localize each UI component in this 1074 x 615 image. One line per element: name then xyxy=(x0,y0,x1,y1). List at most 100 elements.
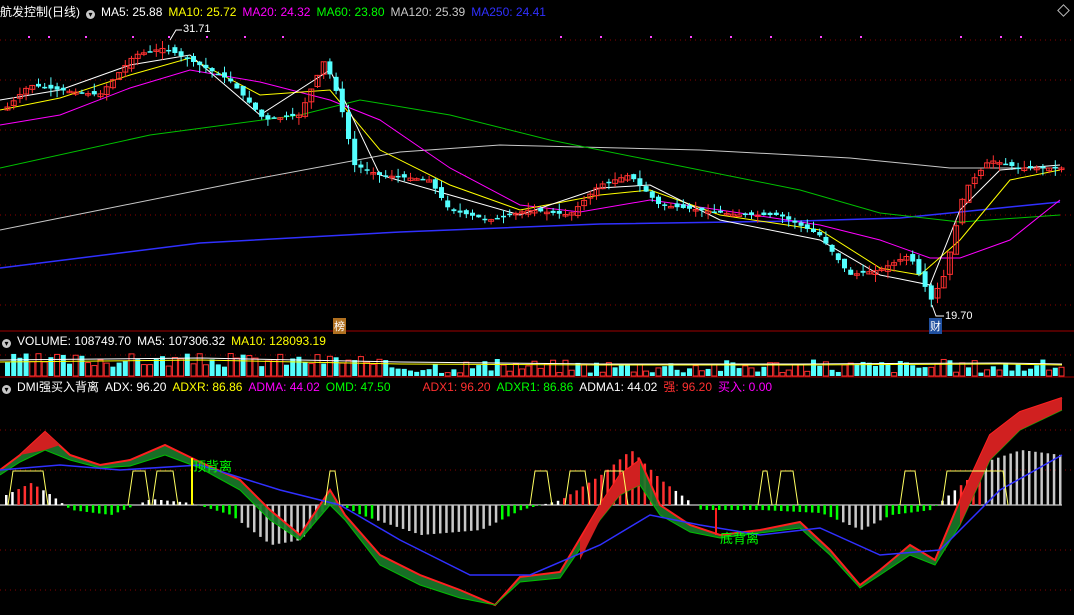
volume-bar xyxy=(457,372,464,377)
volume-bar xyxy=(1040,359,1046,376)
volume-bar xyxy=(11,353,17,376)
volume-bar xyxy=(215,364,221,376)
dmi-histogram-bar xyxy=(953,490,957,505)
volume-bar xyxy=(339,362,346,377)
volume-bar xyxy=(165,365,172,377)
volume-bar xyxy=(1034,365,1040,376)
signal-trapezoid xyxy=(775,470,799,506)
dmi-histogram-bar xyxy=(122,505,126,510)
candle-body xyxy=(823,236,829,244)
low-price-label: 19.70 xyxy=(945,310,973,322)
dmi-histogram-bar xyxy=(755,505,758,510)
candle-body xyxy=(476,214,482,218)
dmi-histogram-bar xyxy=(910,505,913,513)
dmi-histogram-bar xyxy=(780,505,783,511)
candle-body xyxy=(811,228,816,232)
volume-bar xyxy=(29,361,36,377)
candle-body xyxy=(48,84,54,89)
volume-bar xyxy=(364,361,371,377)
dmi-histogram-bar xyxy=(668,486,671,505)
dmi-histogram-bar xyxy=(228,505,231,515)
candle-body xyxy=(395,175,401,178)
volume-bar xyxy=(940,358,947,377)
dmi-histogram-bar xyxy=(724,505,727,510)
dmi-histogram-bar xyxy=(817,505,820,513)
dmi-histogram-bar xyxy=(23,486,27,505)
dmi-histogram-bar xyxy=(253,505,256,533)
volume-bar xyxy=(178,358,185,377)
ranking-marker[interactable]: 榜 xyxy=(333,318,346,334)
volume-bar xyxy=(184,353,190,376)
dmi-histogram-bar xyxy=(823,505,826,515)
dmi-histogram-bar xyxy=(1052,454,1056,505)
dmi-histogram-bar xyxy=(829,505,833,518)
volume-bar xyxy=(625,363,630,376)
candle-body xyxy=(234,83,240,89)
dmi-histogram-bar xyxy=(501,505,504,520)
candle-body xyxy=(829,244,835,252)
candle-body xyxy=(922,271,928,287)
volume-bar xyxy=(308,363,315,377)
dmi-histogram-bar xyxy=(401,505,405,529)
candle-body xyxy=(42,86,48,89)
candle-body xyxy=(1040,166,1046,168)
stock-chart[interactable] xyxy=(0,0,1074,615)
candle-body xyxy=(327,61,333,75)
volume-bar xyxy=(910,365,916,376)
volume-bar xyxy=(649,372,655,376)
dmi-histogram-bar xyxy=(79,505,82,512)
dmi-histogram-bar xyxy=(129,505,132,508)
volume-bar xyxy=(35,353,42,377)
dmi-histogram-bar xyxy=(730,505,733,510)
dmi-histogram-bar xyxy=(513,505,516,514)
candle-body xyxy=(556,210,562,214)
volume-bar xyxy=(798,363,805,377)
dmi-histogram-bar xyxy=(98,505,101,514)
finance-marker[interactable]: 财 xyxy=(929,318,942,334)
dmi-histogram-bar xyxy=(451,505,454,533)
volume-bar xyxy=(718,370,723,376)
dmi-histogram-bar xyxy=(786,505,789,512)
signal-dot xyxy=(650,36,652,38)
volume-bar xyxy=(48,357,54,376)
dmi-histogram-bar xyxy=(699,505,702,510)
volume-bar xyxy=(41,361,48,377)
candle-body xyxy=(222,72,227,78)
ma20-line xyxy=(0,69,1061,259)
dmi-histogram-bar xyxy=(48,494,51,505)
volume-bar xyxy=(321,363,327,376)
volume-bar xyxy=(451,369,457,376)
dmi-histogram-bar xyxy=(904,505,907,514)
candle-body xyxy=(792,220,798,223)
candle-body xyxy=(674,203,680,208)
volume-bar xyxy=(110,366,116,376)
volume-bar xyxy=(1021,370,1027,376)
volume-bar xyxy=(209,359,215,376)
volume-bar xyxy=(537,367,544,377)
volume-bar xyxy=(494,359,500,376)
volume-bar xyxy=(922,367,928,376)
dmi-histogram-bar xyxy=(215,505,219,511)
volume-bar xyxy=(947,360,953,376)
volume-bar xyxy=(674,369,680,376)
candle-body xyxy=(637,178,643,186)
dmi-histogram-bar xyxy=(426,505,430,535)
candle-body xyxy=(259,109,265,117)
volume-bar xyxy=(259,366,265,376)
candle-body xyxy=(842,258,847,269)
candle-body xyxy=(401,174,407,178)
candle-body xyxy=(550,210,556,213)
volume-bar xyxy=(67,363,72,376)
volume-bar xyxy=(439,372,444,376)
volume-bar xyxy=(488,370,494,376)
volume-bar xyxy=(742,365,749,377)
candle-body xyxy=(265,115,271,120)
volume-bar xyxy=(698,370,705,377)
dmi-histogram-bar xyxy=(184,502,188,505)
candle-body xyxy=(538,208,544,212)
candle-body xyxy=(439,187,444,198)
dmi-histogram-bar xyxy=(29,483,33,505)
dmi-histogram-bar xyxy=(705,505,709,510)
candle-body xyxy=(643,186,649,192)
dmi-histogram-bar xyxy=(866,505,870,527)
